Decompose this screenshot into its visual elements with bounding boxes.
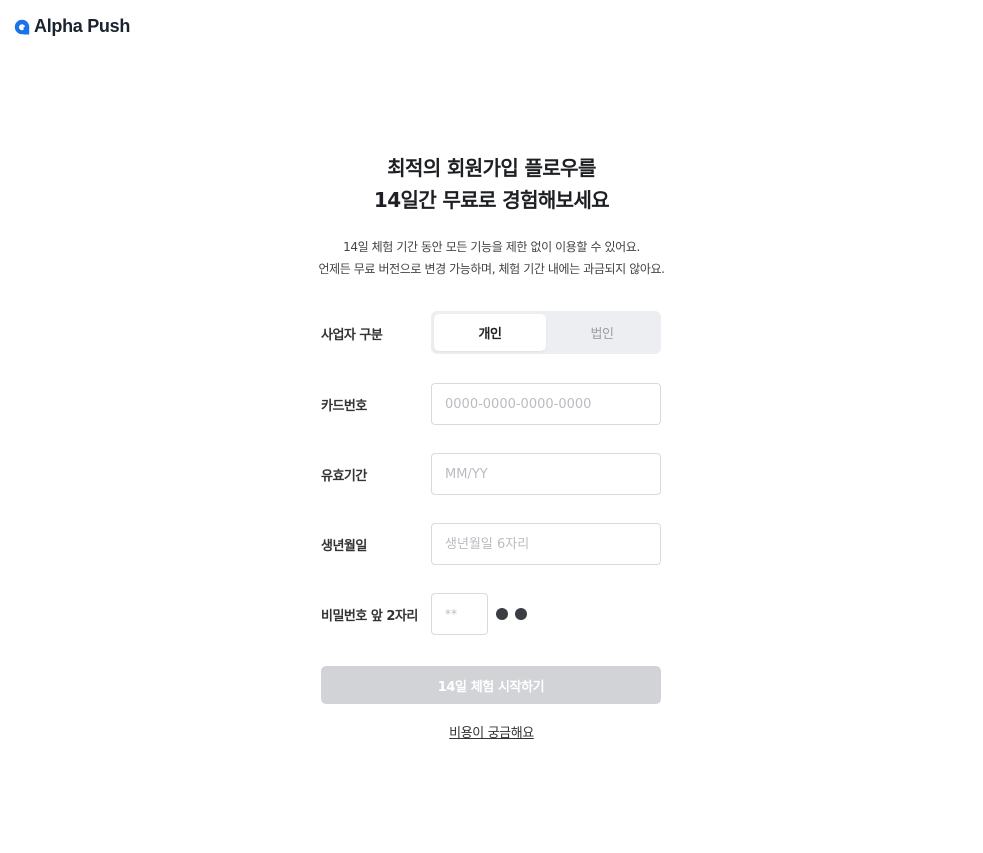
alphapush-logo-icon: [14, 19, 30, 34]
description-line-2: 언제든 무료 버전으로 변경 가능하며, 체험 기간 내에는 과금되지 않아요.: [318, 262, 665, 276]
description-line-1: 14일 체험 기간 동안 모든 기능을 제한 없이 이용할 수 있어요.: [343, 240, 640, 254]
business-type-toggle: 개인 법인: [431, 311, 661, 354]
birth-input[interactable]: [431, 523, 661, 565]
title-line-1: 최적의 회원가입 플로우를: [387, 156, 596, 180]
brand-name: Alpha Push: [34, 16, 131, 36]
expiry-input[interactable]: [431, 453, 661, 495]
birth-label: 생년월일: [321, 539, 367, 554]
password-prefix-input[interactable]: [431, 593, 488, 635]
brand-logo[interactable]: Alpha Push: [14, 16, 130, 37]
title-line-2: 14일간 무료로 경험해보세요: [373, 188, 610, 212]
start-trial-button[interactable]: 14일 체험 시작하기: [321, 666, 661, 704]
business-type-corporate[interactable]: 법인: [546, 314, 658, 351]
password-mask-dot-icon: [496, 608, 508, 620]
card-number-label: 카드번호: [321, 399, 367, 414]
expiry-label: 유효기간: [321, 469, 367, 484]
card-number-input[interactable]: [431, 383, 661, 425]
cost-link-wrap: 비용이 궁금해요: [0, 722, 983, 741]
page-title: 최적의 회원가입 플로우를 14일간 무료로 경험해보세요: [0, 152, 983, 216]
business-type-label: 사업자 구분: [321, 328, 383, 343]
password-mask-dot-icon: [515, 608, 527, 620]
page-description: 14일 체험 기간 동안 모든 기능을 제한 없이 이용할 수 있어요. 언제든…: [0, 236, 983, 280]
pricing-link[interactable]: 비용이 궁금해요: [449, 726, 534, 741]
password-label: 비밀번호 앞 2자리: [321, 609, 418, 624]
business-type-individual[interactable]: 개인: [434, 314, 546, 351]
